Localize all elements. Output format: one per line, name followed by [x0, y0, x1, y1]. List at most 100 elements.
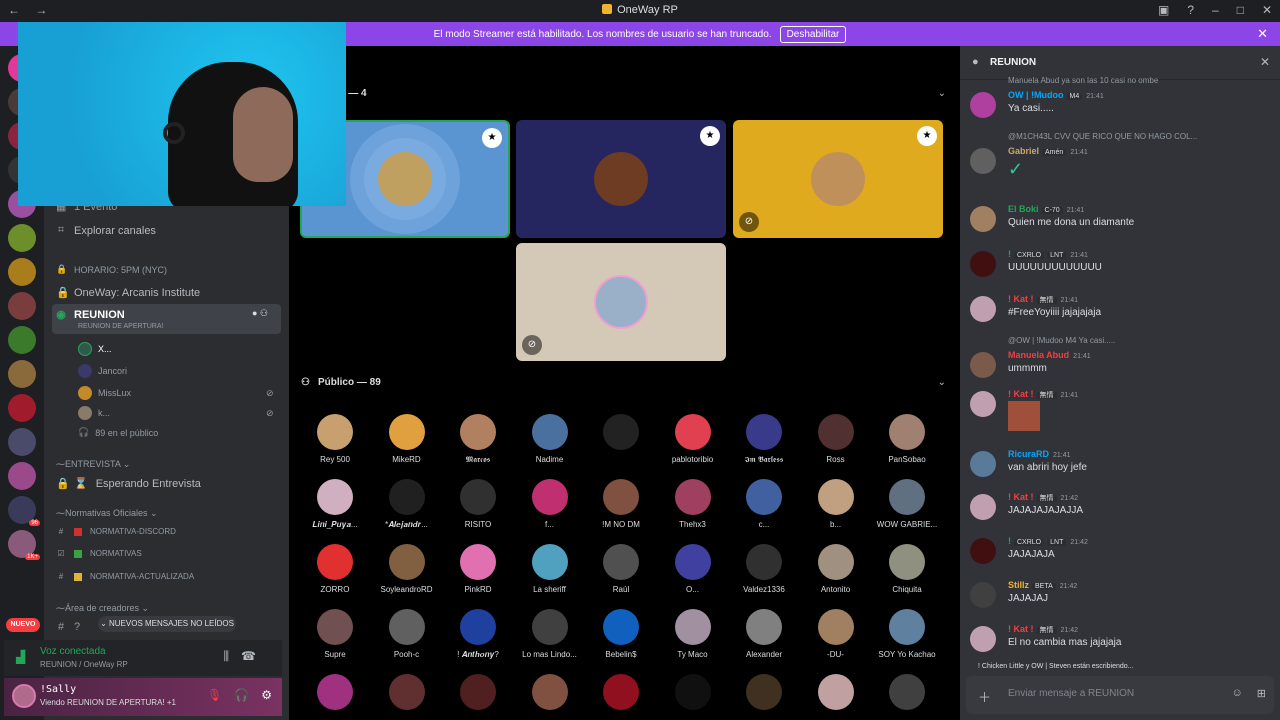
channel-normativa-discord[interactable]: # normativa-discord [56, 527, 176, 536]
server-icon[interactable] [8, 462, 36, 490]
reply-preview[interactable]: @M1CH43L CVV QUE RICO QUE NO HAGO COL... [1008, 132, 1197, 141]
message-author[interactable]: Stillz BETA 21:42 [1008, 580, 1077, 590]
audience-member[interactable]: Supre [299, 609, 371, 659]
voice-status[interactable]: Voz conectada [40, 646, 106, 657]
avatar[interactable] [970, 148, 996, 174]
speaker-tile[interactable]: ⊘ [516, 243, 726, 361]
audience-member[interactable]: RISITO [442, 479, 514, 529]
author-name[interactable]: ! [1008, 249, 1011, 259]
server-icon[interactable] [8, 360, 36, 388]
gamepad-icon[interactable]: ⊞ [1257, 687, 1266, 700]
camera-preview[interactable] [18, 22, 346, 206]
audience-count[interactable]: 🎧 89 en el público [78, 427, 158, 438]
audience-member[interactable]: 𝑳𝒊𝒏𝒊_𝑷𝒖𝒚𝒂... [299, 479, 371, 530]
channel-normativas[interactable]: ☑ normativas [56, 549, 141, 558]
avatar[interactable] [970, 296, 996, 322]
message-author[interactable]: Gabriel Amén 21:41 [1008, 146, 1088, 156]
audience-member[interactable]: -DU- [800, 609, 872, 659]
category-creadores[interactable]: ⁓Área de creadores ⌄ [56, 603, 149, 614]
audience-member[interactable]: !M NO DM [585, 479, 657, 529]
chat-icon[interactable]: ● ⚇ [252, 308, 268, 319]
audience-member[interactable] [800, 674, 872, 710]
message-author[interactable]: ! CXRLO LNT 21:42 [1008, 536, 1088, 546]
message-author[interactable]: ! Kat ! 無情 21:41 [1008, 389, 1078, 400]
channel-institute[interactable]: 🔒 OneWay: Arcanis Institute [56, 286, 200, 300]
explore-channels[interactable]: ⌗ Explorar canales [56, 224, 156, 237]
server-icon[interactable] [8, 292, 36, 320]
message-author[interactable]: ! CXRLO LNT 21:41 [1008, 249, 1088, 259]
new-badge[interactable]: NUEVO [6, 618, 40, 632]
message-author[interactable]: Manuela Abud 21:41 [1008, 350, 1091, 360]
speaker-tile[interactable]: ★ ⊘ [733, 120, 943, 238]
minimize-icon[interactable]: – [1212, 3, 1219, 17]
audience-member[interactable]: f... [514, 479, 586, 529]
avatar[interactable] [970, 92, 996, 118]
server-icon[interactable]: 1K+ [8, 530, 40, 560]
author-name[interactable]: Gabriel [1008, 146, 1039, 156]
avatar[interactable] [970, 391, 996, 417]
voice-user[interactable]: X... [78, 342, 112, 356]
audience-member[interactable]: O... [657, 544, 729, 594]
audience-member[interactable]: Nadime [514, 414, 586, 464]
author-name[interactable]: ! [1008, 536, 1011, 546]
avatar[interactable] [970, 538, 996, 564]
chevron-down-icon[interactable]: ⌄ [938, 88, 946, 99]
avatar[interactable] [970, 206, 996, 232]
voice-user[interactable]: k... ⊘ [78, 406, 274, 420]
message-author[interactable]: ! Kat ! 無情 21:42 [1008, 492, 1078, 503]
audience-member[interactable]: b... [800, 479, 872, 529]
audience-member[interactable]: SOY Yo Kachao [871, 609, 943, 659]
audience-member[interactable] [442, 674, 514, 710]
message-author[interactable]: RicuraRD 21:41 [1008, 449, 1071, 459]
audience-member[interactable]: Rey 500 [299, 414, 371, 464]
signal-icon[interactable]: ▟ [16, 650, 25, 664]
audience-member[interactable]: Lo mas Lindo... [514, 609, 586, 659]
message-input[interactable]: Enviar mensaje a REUNION [1008, 688, 1134, 699]
disable-streamer-button[interactable]: Deshabilitar [779, 25, 847, 43]
audience-member[interactable]: SoyleandroRD [371, 544, 443, 594]
chevron-down-icon[interactable]: ⌄ [938, 377, 946, 388]
audience-member[interactable]: ! 𝑨𝒏𝒕𝒉𝒐𝒏𝒚? [442, 609, 514, 660]
audience-member[interactable]: Valdez1336 [728, 544, 800, 594]
username[interactable]: !Sally [40, 684, 76, 695]
audience-member[interactable]: La sheriff [514, 544, 586, 594]
reply-preview[interactable]: Manuela Abud ya son las 10 casi no ombe [1008, 76, 1158, 85]
channel-horario[interactable]: 🔒 horario: 5pm (nyc) [56, 264, 167, 275]
audience-member[interactable] [299, 674, 371, 710]
author-name[interactable]: ! Kat ! [1008, 294, 1034, 304]
audience-member[interactable]: Chiquita [871, 544, 943, 594]
disconnect-icon[interactable]: ☎ [241, 649, 268, 663]
speaker-tile[interactable]: ★ [516, 120, 726, 238]
emoji-icon[interactable]: ☺ [1232, 687, 1243, 700]
audience-member[interactable] [514, 674, 586, 710]
author-name[interactable]: Stillz [1008, 580, 1029, 590]
audience-member[interactable]: 𝕴𝖒 𝕭𝖆𝖗𝖑𝖊𝖘𝖘 [728, 414, 800, 465]
server-icon[interactable] [8, 394, 36, 422]
audience-member[interactable]: PanSobao [871, 414, 943, 464]
audience-member[interactable]: c... [728, 479, 800, 529]
mute-mic-icon[interactable]: 🎙 [207, 688, 222, 702]
voice-user[interactable]: MissLux ⊘ [78, 386, 274, 400]
avatar[interactable] [970, 352, 996, 378]
audience-member[interactable]: WOW GABRIE... [871, 479, 943, 529]
server-icon[interactable] [8, 224, 36, 252]
new-messages-pill[interactable]: ⌄ NUEVOS MENSAJES NO LEÍDOS [98, 616, 236, 632]
audience-member[interactable]: Raúl [585, 544, 657, 594]
audience-member[interactable]: MikeRD [371, 414, 443, 464]
headphones-icon[interactable]: 🎧 [234, 688, 249, 702]
audience-member[interactable]: 𝕸𝖆𝖗𝖈𝖔𝖘 [442, 414, 514, 465]
channel-normativa-actualizada[interactable]: # normativa-actualizada [56, 572, 194, 581]
audience-member[interactable]: Ty Maco [657, 609, 729, 659]
channel-esperando[interactable]: 🔒 ⌛ Esperando Entrevista [56, 477, 201, 491]
category-normativas[interactable]: ⁓Normativas Oficiales ⌄ [56, 508, 158, 519]
message-image[interactable] [1008, 401, 1040, 431]
server-icon[interactable] [8, 258, 36, 286]
avatar[interactable] [970, 451, 996, 477]
author-name[interactable]: ! Kat ! [1008, 389, 1034, 399]
gear-icon[interactable]: ⚙ [261, 688, 272, 702]
audience-member[interactable]: pablotoribio [657, 414, 729, 464]
server-icon[interactable] [8, 428, 36, 456]
author-name[interactable]: OW | !Mudoo [1008, 90, 1064, 100]
audience-member[interactable]: Pooh-c [371, 609, 443, 659]
audience-member[interactable] [871, 674, 943, 710]
